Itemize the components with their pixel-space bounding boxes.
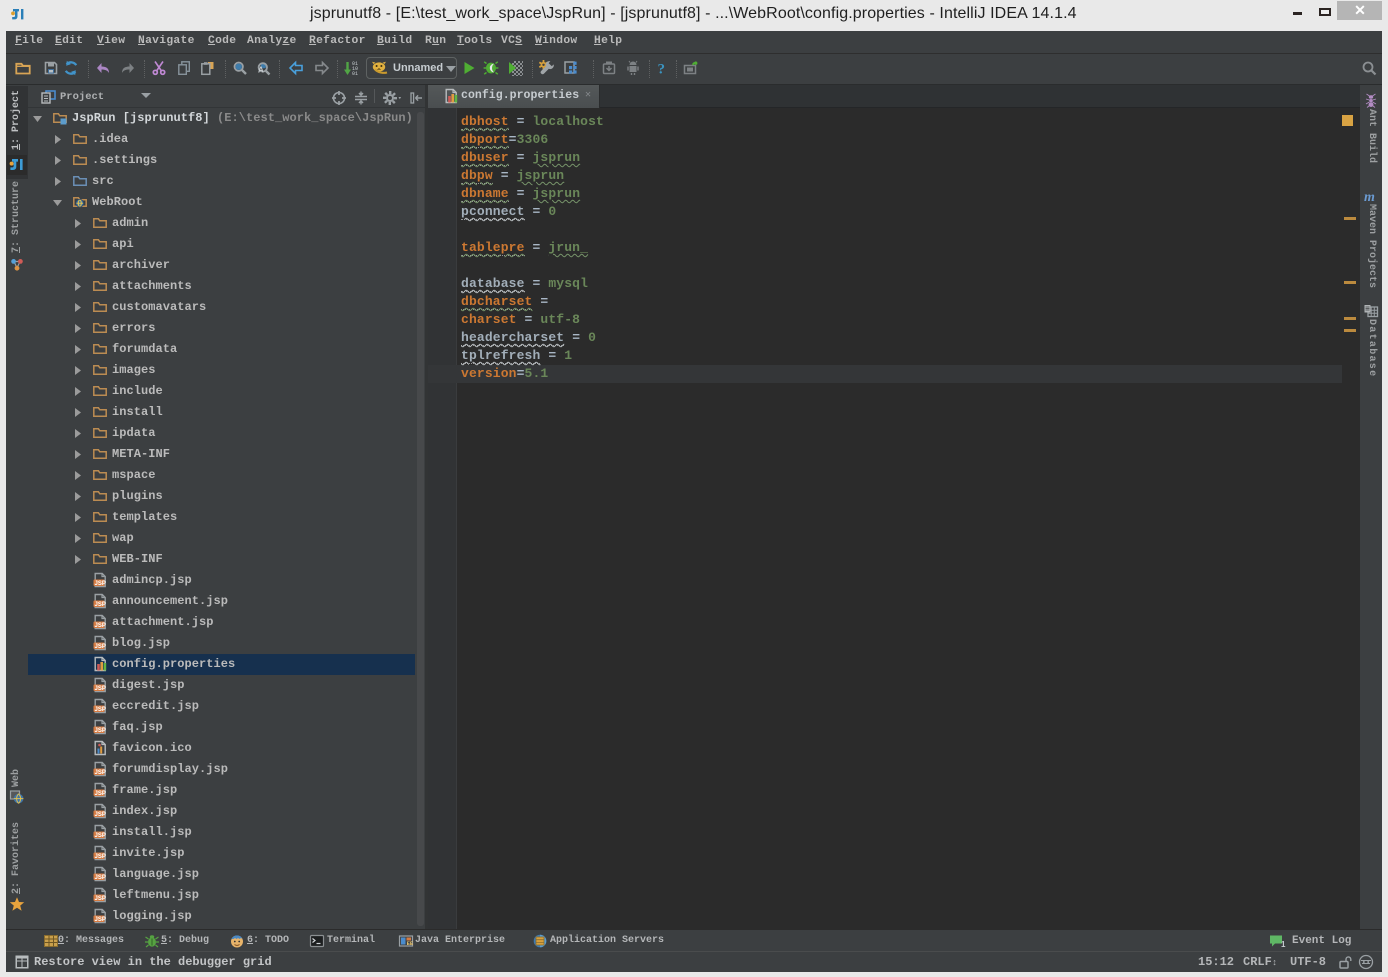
svg-text:JSP: JSP <box>95 812 106 818</box>
svg-text:01: 01 <box>352 71 358 76</box>
svg-text:JSP: JSP <box>95 854 106 860</box>
svg-text:JSP: JSP <box>95 728 106 734</box>
svg-text:JSP: JSP <box>95 791 106 797</box>
svg-text:1: 1 <box>1281 940 1286 949</box>
svg-text:JSP: JSP <box>95 581 106 587</box>
svg-text:JSP: JSP <box>95 623 106 629</box>
svg-text:JSP: JSP <box>95 644 106 650</box>
svg-text:m: m <box>1364 190 1375 204</box>
svg-text:A: A <box>258 66 264 75</box>
svg-text:JSP: JSP <box>95 896 106 902</box>
svg-text:JSP: JSP <box>95 686 106 692</box>
svg-text:JSP: JSP <box>95 602 106 608</box>
svg-text:JSP: JSP <box>95 707 106 713</box>
svg-text:JSP: JSP <box>95 917 106 923</box>
svg-text:JSP: JSP <box>95 770 106 776</box>
svg-text:JSP: JSP <box>95 833 106 839</box>
svg-text:EE: EE <box>407 940 414 947</box>
svg-text:JSP: JSP <box>95 875 106 881</box>
svg-text:?: ? <box>658 62 666 77</box>
